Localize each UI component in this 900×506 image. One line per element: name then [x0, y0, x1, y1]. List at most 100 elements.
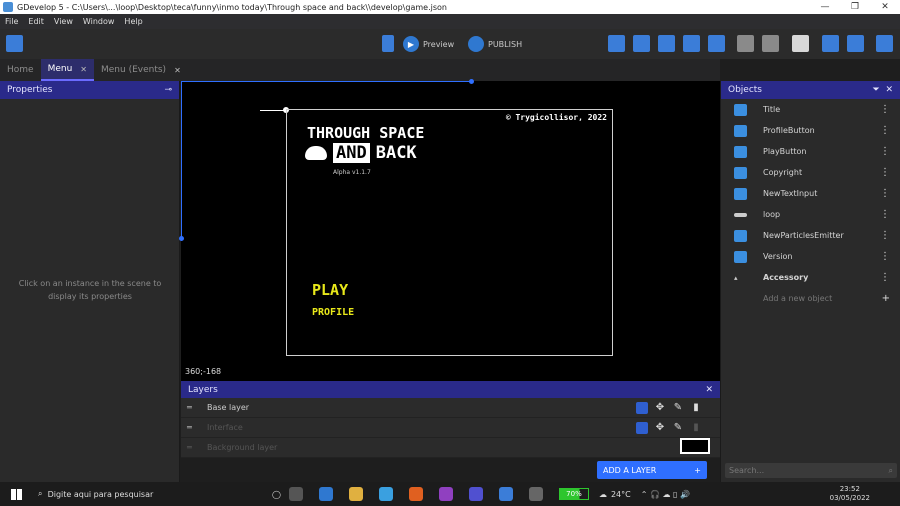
- app-icon[interactable]: [528, 487, 543, 501]
- object-groups-icon[interactable]: [633, 35, 650, 52]
- menu-help[interactable]: Help: [119, 17, 147, 26]
- menu-view[interactable]: View: [49, 17, 78, 26]
- copyright-text[interactable]: © Trygicollisor, 2022: [506, 113, 607, 122]
- selection-outline: [181, 81, 182, 241]
- start-button[interactable]: [0, 488, 32, 500]
- pin-icon[interactable]: ⊸: [164, 85, 172, 95]
- task-view-icon[interactable]: ◯: [272, 490, 281, 499]
- object-item[interactable]: ProfileButton ⋮: [721, 120, 900, 141]
- weather-temp[interactable]: 24°C: [611, 490, 631, 499]
- more-options-icon[interactable]: ⋮: [880, 251, 890, 262]
- profile-button-instance[interactable]: PROFILE: [312, 307, 354, 318]
- object-item[interactable]: Title ⋮: [721, 99, 900, 120]
- add-icon[interactable]: +: [882, 293, 890, 304]
- sprite-object-icon: [734, 250, 747, 263]
- redo-icon[interactable]: [762, 35, 779, 52]
- maximize-button[interactable]: ❐: [840, 2, 870, 12]
- trash-icon[interactable]: ▮: [690, 402, 702, 413]
- object-item[interactable]: NewTextInput ⋮: [721, 183, 900, 204]
- debug-icon[interactable]: [382, 35, 394, 52]
- menu-window[interactable]: Window: [78, 17, 120, 26]
- collapse-chevron-icon[interactable]: ▴: [734, 274, 747, 282]
- tab-menu-events[interactable]: Menu (Events) ✕: [94, 59, 188, 81]
- properties-panel-icon[interactable]: [658, 35, 675, 52]
- layer-row[interactable]: ═ Background layer: [181, 438, 720, 458]
- layer-effects-icon[interactable]: [636, 421, 648, 434]
- add-new-object-row[interactable]: Add a new object +: [721, 288, 900, 309]
- play-button-instance[interactable]: PLAY: [312, 281, 348, 299]
- game-title-line1[interactable]: THROUGH SPACE: [307, 124, 424, 142]
- preview-button[interactable]: ▶ Preview: [403, 35, 454, 53]
- trash-icon[interactable]: ▮: [690, 422, 702, 433]
- mail-icon[interactable]: [378, 487, 393, 501]
- instances-list-icon[interactable]: [683, 35, 700, 52]
- system-clock[interactable]: 23:52 03/05/2022: [830, 485, 870, 503]
- version-text[interactable]: Alpha v1.1.7: [333, 169, 371, 176]
- tab-menu[interactable]: Menu ✕: [40, 59, 94, 81]
- project-manager-icon[interactable]: [6, 35, 23, 52]
- widgets-icon[interactable]: [288, 487, 303, 501]
- tab-home[interactable]: Home: [0, 59, 41, 81]
- object-group-item[interactable]: ▴ Accessory ⋮: [721, 267, 900, 288]
- weather-icon[interactable]: ☁: [599, 490, 607, 499]
- resize-handle[interactable]: [179, 236, 184, 241]
- menu-edit[interactable]: Edit: [23, 17, 49, 26]
- scene-canvas[interactable]: © Trygicollisor, 2022 THROUGH SPACE AND …: [179, 79, 720, 381]
- scene-properties-icon[interactable]: [876, 35, 893, 52]
- file-explorer-icon[interactable]: [348, 487, 363, 501]
- pencil-icon[interactable]: ✎: [672, 422, 684, 433]
- objects-search-input[interactable]: Search... ⌕: [725, 463, 897, 478]
- add-layer-button[interactable]: ADD A LAYER +: [597, 461, 707, 479]
- system-tray-icons[interactable]: ⌃ 🎧 ☁ ▯ 🔊: [641, 490, 690, 499]
- pencil-icon[interactable]: ✎: [672, 402, 684, 413]
- more-options-icon[interactable]: ⋮: [880, 272, 890, 283]
- object-item[interactable]: Version ⋮: [721, 246, 900, 267]
- gdevelop-taskbar-icon[interactable]: [498, 487, 513, 501]
- zoom-icon[interactable]: [847, 35, 864, 52]
- publish-button[interactable]: PUBLISH: [468, 35, 522, 53]
- close-tab-icon[interactable]: ✕: [80, 65, 87, 74]
- browser-icon[interactable]: [438, 487, 453, 501]
- store-icon[interactable]: [318, 487, 333, 501]
- battery-indicator[interactable]: 70%: [558, 488, 589, 500]
- object-name: PlayButton: [763, 147, 807, 156]
- layer-row[interactable]: ═ Base layer ✥ ✎ ▮: [181, 398, 720, 418]
- background-color-swatch[interactable]: [680, 438, 710, 454]
- object-item[interactable]: PlayButton ⋮: [721, 141, 900, 162]
- more-options-icon[interactable]: ⋮: [880, 104, 890, 115]
- object-item[interactable]: NewParticlesEmitter ⋮: [721, 225, 900, 246]
- discord-icon[interactable]: [468, 487, 483, 501]
- object-item[interactable]: loop ⋮: [721, 204, 900, 225]
- more-options-icon[interactable]: ⋮: [880, 146, 890, 157]
- close-panel-icon[interactable]: ✕: [885, 85, 893, 95]
- more-options-icon[interactable]: ⋮: [880, 188, 890, 199]
- more-options-icon[interactable]: ⋮: [880, 230, 890, 241]
- object-item[interactable]: Copyright ⋮: [721, 162, 900, 183]
- objects-panel-icon[interactable]: [608, 35, 625, 52]
- sprite-object-icon: [734, 103, 747, 116]
- close-tab-icon[interactable]: ✕: [174, 66, 181, 75]
- layer-row[interactable]: ═ Interface ✥ ✎ ▮: [181, 418, 720, 438]
- game-title-line2[interactable]: AND BACK: [305, 143, 417, 163]
- edit-icon[interactable]: [792, 35, 809, 52]
- resize-handle[interactable]: [469, 79, 474, 84]
- drag-handle-icon[interactable]: ═: [187, 443, 197, 452]
- layers-panel-icon[interactable]: [708, 35, 725, 52]
- undo-icon[interactable]: [737, 35, 754, 52]
- layer-effects-icon[interactable]: [636, 401, 648, 414]
- close-panel-icon[interactable]: ✕: [705, 385, 713, 395]
- more-options-icon[interactable]: ⋮: [880, 209, 890, 220]
- visibility-icon[interactable]: ✥: [654, 402, 666, 413]
- minimize-button[interactable]: —: [810, 2, 840, 12]
- visibility-icon[interactable]: ✥: [654, 422, 666, 433]
- menu-file[interactable]: File: [0, 17, 23, 26]
- firefox-icon[interactable]: [408, 487, 423, 501]
- close-window-button[interactable]: ✕: [870, 2, 900, 12]
- grid-icon[interactable]: [822, 35, 839, 52]
- filter-icon[interactable]: ⏷: [873, 85, 880, 95]
- drag-handle-icon[interactable]: ═: [187, 423, 197, 432]
- drag-handle-icon[interactable]: ═: [187, 403, 197, 412]
- taskbar-search[interactable]: ⌕ Digite aqui para pesquisar: [32, 489, 242, 499]
- more-options-icon[interactable]: ⋮: [880, 167, 890, 178]
- more-options-icon[interactable]: ⋮: [880, 125, 890, 136]
